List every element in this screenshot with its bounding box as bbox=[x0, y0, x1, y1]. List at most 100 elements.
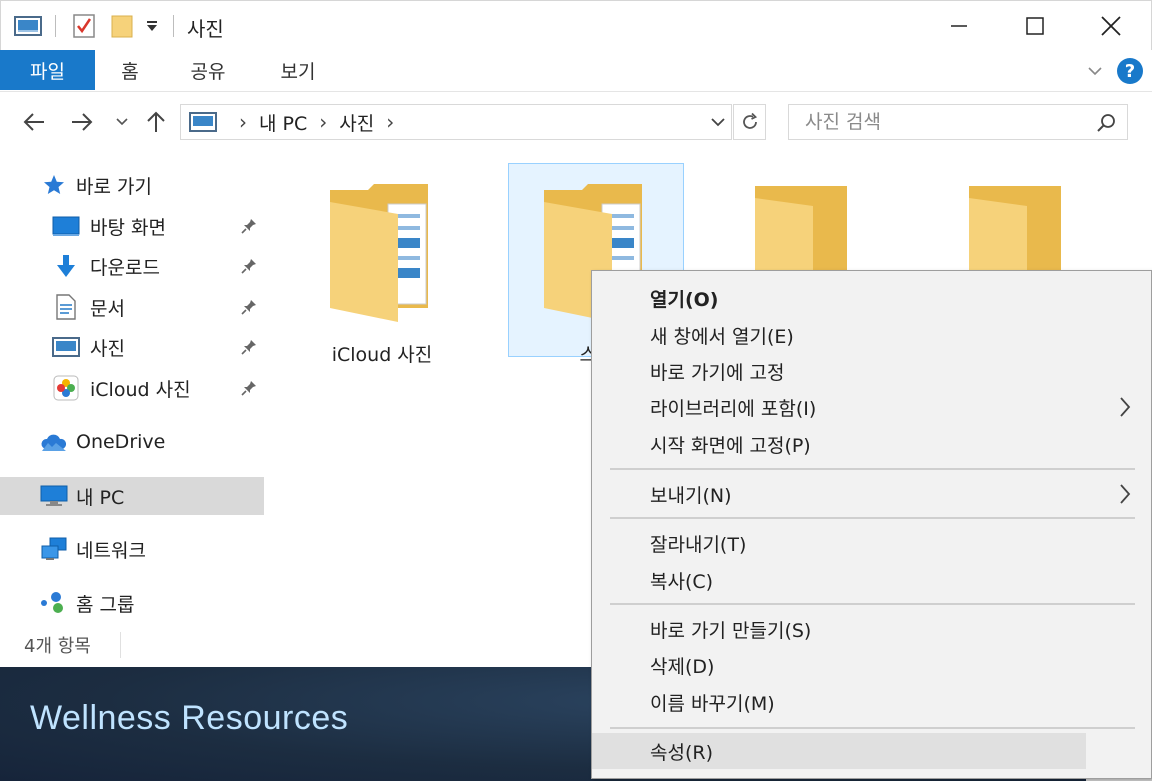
menu-item-label: 바로 가기에 고정 bbox=[650, 361, 785, 384]
desktop-icon bbox=[52, 212, 80, 240]
window-title: 사진 bbox=[187, 17, 224, 41]
search-input[interactable] bbox=[789, 105, 1079, 139]
network-icon bbox=[40, 535, 68, 563]
sidebar-item-label: 네트워크 bbox=[76, 539, 146, 562]
sidebar-item-label: 문서 bbox=[90, 297, 125, 320]
menu-item-label: 시작 화면에 고정(P) bbox=[650, 434, 811, 457]
breadcrumb-pictures[interactable]: 사진 bbox=[339, 109, 374, 136]
onedrive-cloud-icon bbox=[40, 428, 68, 456]
menu-item-include-library[interactable]: 라이브러리에 포함(I) bbox=[592, 389, 1151, 425]
breadcrumb-separator-icon: › bbox=[239, 110, 247, 134]
menu-item-properties[interactable]: 속성(R) bbox=[592, 733, 1086, 769]
menu-item-copy[interactable]: 복사(C) bbox=[592, 562, 1151, 598]
pictures-location-icon bbox=[189, 111, 217, 133]
back-arrow-icon[interactable] bbox=[18, 108, 50, 136]
sidebar-item-quick-access[interactable]: 바로 가기 bbox=[0, 166, 264, 204]
new-folder-icon[interactable] bbox=[107, 13, 137, 39]
download-arrow-icon bbox=[52, 252, 80, 280]
forward-arrow-icon[interactable] bbox=[66, 108, 98, 136]
expand-ribbon-chevron-icon[interactable] bbox=[1084, 58, 1106, 84]
sidebar-item-label: OneDrive bbox=[76, 431, 166, 453]
search-icon[interactable] bbox=[1095, 112, 1117, 138]
menu-item-label: 보내기(N) bbox=[650, 484, 732, 507]
menu-item-open[interactable]: 열기(O) bbox=[592, 280, 1151, 316]
refresh-button[interactable] bbox=[733, 104, 766, 140]
sidebar-item-onedrive[interactable]: OneDrive bbox=[0, 423, 264, 461]
sidebar-item-label: 다운로드 bbox=[90, 256, 160, 279]
customize-toolbar-dropdown-icon[interactable] bbox=[141, 13, 163, 39]
menu-item-create-shortcut[interactable]: 바로 가기 만들기(S) bbox=[592, 611, 1151, 647]
menu-item-label: 바로 가기 만들기(S) bbox=[650, 619, 812, 642]
menu-item-send-to[interactable]: 보내기(N) bbox=[592, 476, 1151, 512]
navigation-pane: 바로 가기 바탕 화면 다운로드 문서 사진 iCloud 사진 OneDriv… bbox=[0, 152, 268, 630]
title-bar: 사진 bbox=[0, 0, 1152, 50]
breadcrumb-separator-icon: › bbox=[319, 110, 328, 134]
tab-view[interactable]: 보기 bbox=[266, 50, 330, 90]
help-button[interactable]: ? bbox=[1117, 58, 1143, 84]
menu-item-label: 라이브러리에 포함(I) bbox=[650, 397, 817, 420]
banner-title: Wellness Resources bbox=[30, 699, 349, 737]
recent-locations-chevron-icon[interactable] bbox=[112, 108, 132, 136]
up-arrow-icon[interactable] bbox=[140, 108, 172, 136]
menu-item-rename[interactable]: 이름 바꾸기(M) bbox=[592, 684, 1151, 720]
computer-icon bbox=[40, 482, 68, 510]
context-menu: 열기(O) 새 창에서 열기(E) 바로 가기에 고정 라이브러리에 포함(I)… bbox=[591, 270, 1152, 779]
sidebar-item-label: 홈 그룹 bbox=[76, 593, 135, 616]
status-divider bbox=[120, 632, 121, 658]
sidebar-item-network[interactable]: 네트워크 bbox=[0, 530, 264, 568]
sidebar-item-label: iCloud 사진 bbox=[90, 378, 191, 401]
minimize-button[interactable] bbox=[921, 3, 997, 49]
menu-item-label: 잘라내기(T) bbox=[650, 533, 747, 556]
pin-icon[interactable] bbox=[240, 338, 258, 361]
quick-access-divider bbox=[55, 15, 56, 37]
menu-item-open-new-window[interactable]: 새 창에서 열기(E) bbox=[592, 317, 1151, 353]
star-icon bbox=[40, 171, 68, 199]
menu-item-pin-start[interactable]: 시작 화면에 고정(P) bbox=[592, 426, 1151, 462]
menu-item-delete[interactable]: 삭제(D) bbox=[592, 647, 1151, 683]
sidebar-item-label: 내 PC bbox=[76, 486, 125, 509]
sidebar-item-pictures[interactable]: 사진 bbox=[0, 328, 264, 366]
breadcrumb-this-pc[interactable]: 내 PC bbox=[259, 109, 307, 136]
address-bar[interactable]: › 내 PC › 사진 › bbox=[180, 104, 732, 140]
menu-item-label: 삭제(D) bbox=[650, 655, 715, 678]
menu-item-label: 이름 바꾸기(M) bbox=[650, 692, 775, 715]
sidebar-item-label: 사진 bbox=[90, 337, 125, 360]
maximize-button[interactable] bbox=[997, 3, 1073, 49]
document-icon bbox=[52, 293, 80, 321]
menu-separator bbox=[610, 517, 1135, 519]
menu-separator bbox=[610, 468, 1135, 470]
sidebar-item-documents[interactable]: 문서 bbox=[0, 288, 264, 326]
pin-icon[interactable] bbox=[240, 379, 258, 402]
pin-icon[interactable] bbox=[240, 298, 258, 321]
homegroup-icon bbox=[40, 589, 68, 617]
tab-file[interactable]: 파일 bbox=[0, 50, 95, 90]
sidebar-item-downloads[interactable]: 다운로드 bbox=[0, 247, 264, 285]
sidebar-item-homegroup[interactable]: 홈 그룹 bbox=[0, 584, 264, 622]
submenu-chevron-icon bbox=[1118, 395, 1132, 424]
menu-item-cut[interactable]: 잘라내기(T) bbox=[592, 525, 1151, 561]
sidebar-item-icloud-photos[interactable]: iCloud 사진 bbox=[0, 369, 264, 407]
sidebar-item-label: 바탕 화면 bbox=[90, 216, 166, 239]
folder-item[interactable]: iCloud 사진 bbox=[294, 164, 470, 366]
window-icon[interactable] bbox=[11, 13, 45, 39]
sidebar-item-desktop[interactable]: 바탕 화면 bbox=[0, 207, 264, 245]
address-history-chevron-icon[interactable] bbox=[704, 104, 732, 140]
close-button[interactable] bbox=[1073, 3, 1149, 49]
folder-icon bbox=[967, 184, 1063, 278]
submenu-chevron-icon bbox=[1118, 482, 1132, 511]
navigation-bar: › 내 PC › 사진 › bbox=[0, 92, 1152, 152]
sidebar-item-this-pc[interactable]: 내 PC bbox=[0, 477, 264, 515]
pin-icon[interactable] bbox=[240, 217, 258, 240]
icloud-photos-icon bbox=[52, 374, 80, 402]
menu-item-label: 복사(C) bbox=[650, 570, 714, 593]
tab-share[interactable]: 공유 bbox=[176, 50, 240, 90]
ribbon: 파일 홈 공유 보기 ? bbox=[0, 50, 1152, 92]
tab-home[interactable]: 홈 bbox=[100, 50, 160, 90]
properties-icon[interactable] bbox=[67, 13, 101, 39]
menu-item-label: 새 창에서 열기(E) bbox=[650, 325, 794, 348]
search-box[interactable] bbox=[788, 104, 1128, 140]
menu-item-label: 속성(R) bbox=[650, 741, 713, 764]
menu-item-pin-quick-access[interactable]: 바로 가기에 고정 bbox=[592, 353, 1151, 389]
pin-icon[interactable] bbox=[240, 257, 258, 280]
folder-icon bbox=[753, 184, 849, 278]
